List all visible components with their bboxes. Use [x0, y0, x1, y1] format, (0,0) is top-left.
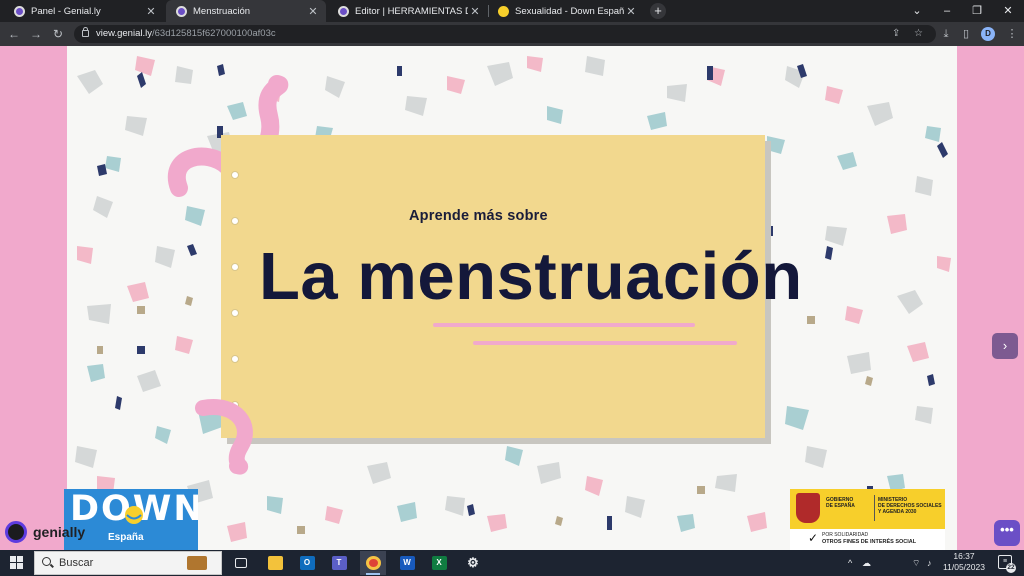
clock-time: 16:37 [953, 551, 975, 561]
gobierno-espana-logo: GOBIERNO DE ESPAÑA MINISTERIO DE DERECHO… [790, 489, 945, 550]
excel-button[interactable]: X [426, 551, 452, 575]
outlook-icon: O [299, 556, 315, 570]
gov-right-text: MINISTERIO DE DERECHOS SOCIALES Y AGENDA… [878, 497, 942, 515]
briefcase-icon [187, 556, 207, 570]
share-icon[interactable]: ⇪ [892, 25, 900, 43]
title-underline [473, 341, 737, 345]
page-viewport: Aprende más sobre La menstruación › [0, 46, 1024, 550]
title-underline [433, 323, 695, 327]
pink-squiggle-bottom [195, 399, 253, 475]
active-indicator [366, 573, 380, 575]
tab-label: Editor | HERRAMIENTAS DIGITALES [355, 5, 468, 17]
teams-icon: T [331, 556, 347, 570]
down-espana-favicon-icon [498, 5, 509, 17]
outlook-button[interactable]: O [294, 551, 320, 575]
tab-label: Sexualidad - Down España [515, 5, 624, 17]
genially-wordmark: genially [33, 524, 86, 540]
close-icon[interactable]: ✕ [624, 5, 638, 18]
gov-divider [874, 495, 875, 521]
taskbar-decor-image [172, 551, 222, 575]
url-host: view.genial.ly [96, 28, 152, 39]
reload-button[interactable]: ↻ [50, 26, 66, 42]
search-placeholder: Buscar [59, 557, 94, 569]
checkmark-icon: ✓ [808, 531, 819, 545]
binder-hole [231, 263, 239, 271]
genially-favicon-icon [176, 5, 187, 17]
task-view-button[interactable] [228, 551, 254, 575]
binder-hole [231, 217, 239, 225]
taskbar-clock[interactable]: 16:37 11/05/2023 [942, 551, 986, 573]
slide-canvas: Aprende más sobre La menstruación [67, 46, 957, 550]
notifications-icon[interactable]: ≡ 22 [998, 555, 1016, 573]
folder-icon [267, 556, 283, 570]
task-view-icon [235, 558, 247, 568]
close-icon[interactable]: ✕ [306, 5, 320, 18]
close-icon[interactable]: ✕ [468, 5, 482, 18]
title-card: Aprende más sobre La menstruación [221, 135, 802, 438]
tab-strip: Panel - Genial.ly ✕ Menstruación ✕ Edito… [0, 0, 1024, 22]
notifications-count: 22 [1006, 563, 1016, 573]
search-icon [42, 557, 51, 566]
solidarity-small-text: POR SOLIDARIDAD [822, 532, 869, 538]
close-icon[interactable]: ✕ [144, 5, 158, 18]
lock-icon [82, 27, 89, 37]
next-slide-button[interactable]: › [992, 333, 1018, 359]
url-path: /63d125815f627000100af03c [151, 28, 276, 39]
restore-button[interactable]: ❐ [962, 0, 992, 22]
tab-label: Menstruación [193, 5, 251, 17]
tab-sexualidad[interactable]: Sexualidad - Down España ✕ [488, 0, 644, 22]
more-options-button[interactable]: ••• [994, 520, 1020, 546]
word-icon: W [399, 556, 415, 570]
tray-overflow-arrow[interactable]: ^ [848, 550, 852, 576]
tab-menstruacion[interactable]: Menstruación ✕ [166, 0, 326, 22]
tab-editor[interactable]: Editor | HERRAMIENTAS DIGITALES ✕ [328, 0, 488, 22]
gov-left-text: GOBIERNO DE ESPAÑA [826, 497, 855, 509]
gear-icon: ⚙ [467, 555, 479, 570]
back-button[interactable]: ← [6, 26, 22, 42]
genially-favicon-icon [14, 5, 25, 17]
tab-search-button[interactable]: ⌄ [902, 0, 932, 22]
word-button[interactable]: W [394, 551, 420, 575]
coat-of-arms-icon [796, 493, 820, 523]
teams-button[interactable]: T [326, 551, 352, 575]
bookmark-star-icon[interactable]: ☆ [914, 25, 923, 43]
excel-icon: X [431, 556, 447, 570]
genially-favicon-icon [338, 5, 349, 17]
onedrive-icon[interactable]: ☁ [862, 550, 871, 576]
url-bar[interactable]: view.genial.ly/63d125815f627000100af03c … [74, 25, 936, 43]
chrome-menu-icon[interactable]: ⋮ [1004, 26, 1020, 42]
binder-hole [231, 171, 239, 179]
volume-icon[interactable]: ♪ [927, 550, 932, 576]
smile-icon [125, 506, 143, 524]
slide-title: La menstruación [259, 239, 803, 314]
address-bar-row: ← → ↻ view.genial.ly/63d125815f627000100… [0, 22, 1024, 46]
close-window-button[interactable]: ✕ [993, 0, 1023, 22]
windows-start-icon[interactable] [10, 556, 24, 570]
genially-badge[interactable]: genially [5, 520, 85, 544]
new-tab-button[interactable]: + [650, 3, 666, 19]
forward-button[interactable]: → [28, 26, 44, 42]
slide-subtitle: Aprende más sobre [409, 208, 548, 224]
solidarity-big-text: OTROS FINES DE INTERÉS SOCIAL [822, 539, 917, 545]
clock-date: 11/05/2023 [943, 562, 985, 572]
tab-panel-genially[interactable]: Panel - Genial.ly ✕ [4, 0, 164, 22]
chrome-button[interactable] [360, 551, 386, 575]
minimize-button[interactable]: – [932, 0, 962, 22]
download-icon[interactable]: ⤓ [938, 26, 954, 42]
network-icon[interactable]: ⌔ [912, 550, 920, 576]
settings-button[interactable]: ⚙ [460, 551, 486, 575]
file-explorer-button[interactable] [262, 551, 288, 575]
side-panel-icon[interactable]: ▯ [958, 26, 974, 42]
profile-avatar[interactable]: D [981, 27, 995, 41]
binder-hole [231, 355, 239, 363]
chrome-icon [365, 556, 381, 570]
binder-hole [231, 309, 239, 317]
tab-label: Panel - Genial.ly [31, 5, 101, 17]
down-logo-subtitle: España [108, 532, 144, 543]
genially-logo-icon [5, 521, 27, 543]
